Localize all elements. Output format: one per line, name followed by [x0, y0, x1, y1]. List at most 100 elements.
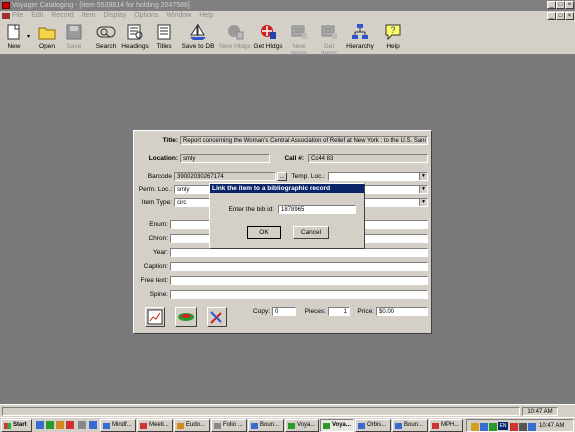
headings-button[interactable]: Headings [121, 23, 149, 53]
help-button[interactable]: ? Help [381, 23, 405, 53]
taskbar-item-eudo[interactable]: Eudo... [174, 419, 210, 432]
chevron-down-icon[interactable]: ▼ [419, 199, 427, 206]
app-icon [2, 2, 10, 9]
chart-icon [147, 309, 163, 325]
titles-button[interactable]: Titles [152, 23, 176, 53]
taskbar-clock[interactable]: 10:47 AM [539, 422, 564, 430]
taskbar-item-mindf[interactable]: Mindf... [100, 419, 136, 432]
taskbar-item-voya-1[interactable]: Voya... [285, 419, 319, 432]
new-dropdown-arrow[interactable]: ▾ [27, 33, 30, 40]
taskbar-item-meeti[interactable]: Meeti... [137, 419, 173, 432]
pieces-field[interactable]: 1 [328, 307, 350, 316]
menu-help[interactable]: Help [199, 12, 213, 19]
folder-icon [38, 27, 56, 40]
help-label: Help [386, 43, 400, 50]
taskbar-item-mph[interactable]: MPH... [429, 419, 463, 432]
new-button[interactable]: New [3, 23, 25, 53]
new-label: New [7, 43, 21, 50]
taskbar-item-boun[interactable]: Boun... [248, 419, 284, 432]
menu-item[interactable]: Item [82, 12, 96, 19]
search-icon [96, 26, 116, 38]
maximize-button[interactable]: □ [556, 1, 565, 9]
quicklaunch-icon[interactable] [89, 421, 97, 429]
year-label: Year: [153, 249, 168, 256]
location-field: smly [180, 154, 270, 163]
hierarchy-label: Hierarchy [346, 43, 374, 50]
open-button[interactable]: Open [35, 23, 59, 53]
tray-icon[interactable] [510, 423, 518, 431]
spine-field[interactable] [170, 290, 428, 299]
save-to-db-button[interactable]: Save to DB [181, 23, 215, 53]
free-text-field[interactable] [170, 276, 428, 285]
language-indicator[interactable]: EN [498, 422, 508, 430]
item-type-value: circ [177, 200, 187, 206]
copy-field[interactable]: 0 [272, 307, 296, 316]
free-text-label: Free text: [140, 277, 168, 284]
cancel-button[interactable]: Cancel [293, 226, 329, 239]
chevron-down-icon[interactable]: ▼ [419, 173, 427, 180]
year-field[interactable] [170, 248, 428, 257]
mdi-close-button[interactable]: × [565, 12, 574, 20]
tray-icon[interactable] [528, 423, 536, 431]
temp-location-select[interactable]: ▼ [328, 172, 428, 181]
perm-location-value: smly [177, 187, 190, 193]
menu-edit[interactable]: Edit [31, 12, 43, 19]
temp-location-label: Temp. Loc.: [291, 173, 325, 180]
dialog-title[interactable]: Link the item to a bibliographic record [210, 184, 364, 193]
menu-options[interactable]: Options [134, 12, 158, 19]
new-items-button[interactable]: New Items [284, 23, 314, 57]
start-button[interactable]: Start [1, 419, 32, 432]
menu-record[interactable]: Record [51, 12, 74, 19]
caption-field[interactable] [170, 262, 428, 271]
taskbar-item-boun-2[interactable]: Boun... [392, 419, 428, 432]
window-title-bar[interactable]: Voyager Cataloging - [Item 5539814 for h… [0, 0, 575, 11]
taskbar: Start Mindf... Meeti... Eudo... Folio ..… [0, 417, 575, 432]
get-items-button[interactable]: Get Items [315, 23, 343, 57]
price-label: Price: [357, 308, 374, 315]
chevron-down-icon[interactable]: ▼ [419, 186, 427, 193]
quicklaunch-icon[interactable] [36, 421, 44, 429]
status-icon [178, 313, 194, 321]
barcode-lookup-button[interactable]: ... [277, 172, 287, 181]
quicklaunch-icon[interactable] [46, 421, 54, 429]
quicklaunch-icon[interactable] [56, 421, 64, 429]
taskbar-item-voya-2[interactable]: Voya... [320, 419, 354, 432]
item-chart-button[interactable] [145, 307, 165, 327]
menu-window[interactable]: Window [166, 12, 191, 19]
tray-icon[interactable] [519, 423, 527, 431]
hierarchy-icon [352, 24, 368, 39]
sailboat-icon [190, 23, 206, 40]
save-button[interactable]: Save [62, 23, 86, 53]
get-items-label: Get Items [321, 43, 337, 57]
price-field[interactable]: $0.00 [376, 307, 428, 316]
menu-display[interactable]: Display [103, 12, 126, 19]
bib-id-input[interactable]: 1878965 [278, 205, 356, 214]
status-message-pane [2, 407, 520, 416]
link-bib-dialog: Link the item to a bibliographic record … [209, 183, 365, 249]
open-label: Open [39, 43, 55, 50]
quicklaunch-icon[interactable] [66, 421, 74, 429]
item-status-button[interactable] [175, 307, 197, 327]
mdi-restore-button[interactable]: □ [556, 12, 565, 20]
taskbar-item-orbis[interactable]: Orbis... [355, 419, 391, 432]
tray-icon[interactable] [489, 423, 497, 431]
hierarchy-button[interactable]: Hierarchy [345, 23, 375, 53]
item-tools-button[interactable] [207, 307, 227, 327]
close-button[interactable]: × [565, 1, 574, 9]
menu-file[interactable]: File [12, 12, 23, 19]
quicklaunch-icon[interactable] [78, 421, 86, 429]
titles-icon [157, 24, 171, 40]
get-holdings-button[interactable]: Get Hldgs [253, 23, 283, 53]
ok-button[interactable]: OK [247, 226, 281, 239]
headings-label: Headings [121, 43, 149, 50]
search-button[interactable]: Search [94, 23, 118, 53]
status-time: 10:47 AM [522, 407, 558, 416]
taskbar-item-folio[interactable]: Folio ... [211, 419, 247, 432]
new-holdings-button[interactable]: New Hldgs [219, 23, 251, 53]
tray-icon[interactable] [480, 423, 488, 431]
barcode-field[interactable]: 39002030267174 [174, 172, 276, 181]
mdi-minimize-button[interactable]: _ [547, 12, 556, 20]
tray-icon[interactable] [471, 423, 479, 431]
document-icon[interactable] [2, 13, 10, 19]
minimize-button[interactable]: _ [547, 1, 556, 9]
